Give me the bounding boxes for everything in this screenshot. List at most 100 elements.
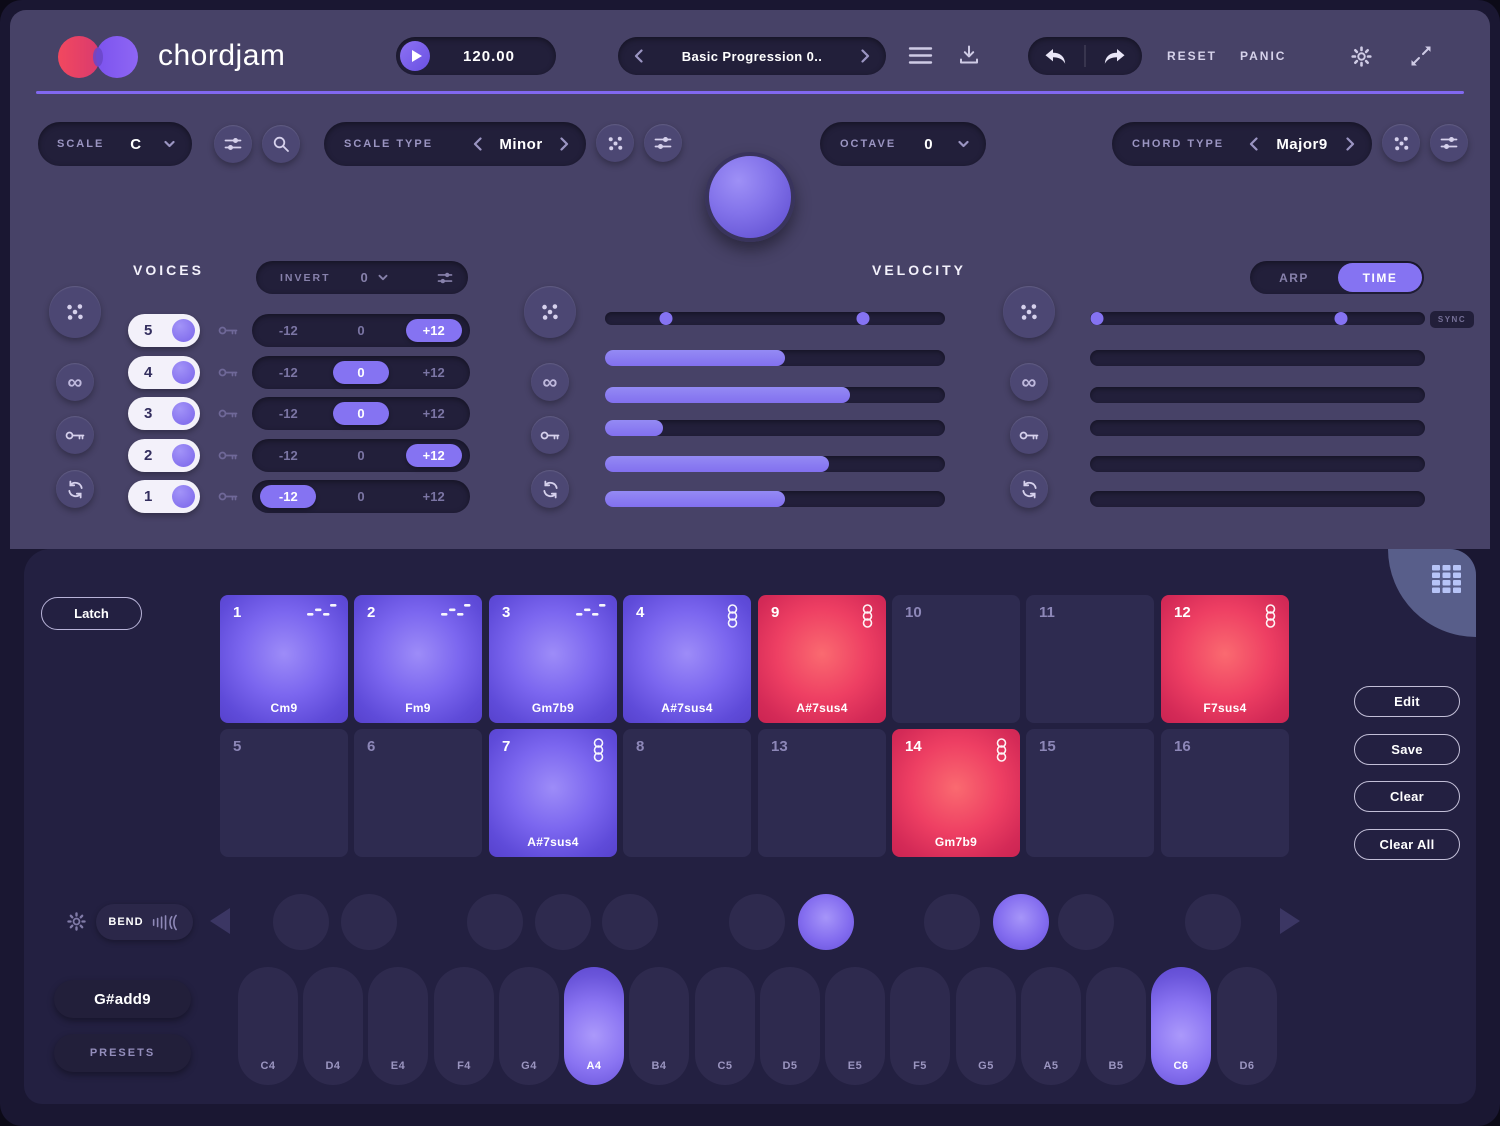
chord-type-random-button[interactable] — [1382, 124, 1420, 162]
reset-button[interactable]: RESET — [1167, 49, 1217, 63]
voice-toggle-3[interactable]: 3 — [128, 397, 200, 430]
white-key-g4[interactable]: G4 — [499, 967, 559, 1085]
black-key-fsharp4[interactable] — [467, 894, 523, 950]
black-key-dsharp4[interactable] — [341, 894, 397, 950]
pad-16[interactable]: 16 — [1161, 729, 1289, 857]
play-button[interactable] — [400, 41, 430, 71]
resize-button[interactable] — [1410, 45, 1432, 67]
clear-all-button[interactable]: Clear All — [1354, 829, 1460, 860]
save-button[interactable]: Save — [1354, 734, 1460, 765]
time-bar-2[interactable] — [1090, 387, 1425, 403]
scale-detect-button[interactable] — [262, 125, 300, 163]
octave-selector[interactable]: OCTAVE 0 — [820, 122, 986, 166]
voice-toggle-4[interactable]: 4 — [128, 356, 200, 389]
pad-9[interactable]: 9 A#7sus4 — [758, 595, 886, 723]
transpose-zero[interactable]: 0 — [325, 319, 398, 342]
download-button[interactable] — [958, 44, 980, 66]
undo-button[interactable] — [1044, 47, 1068, 66]
velocity-infinity-button[interactable]: ∞ — [531, 363, 569, 401]
transpose-down[interactable]: -12 — [252, 402, 325, 425]
chord-type-next-button[interactable] — [1346, 137, 1355, 151]
pad-2[interactable]: 2 Fm9 — [354, 595, 482, 723]
time-bar-1[interactable] — [1090, 350, 1425, 366]
velocity-refresh-button[interactable] — [531, 470, 569, 508]
bpm-display[interactable]: 120.00 — [430, 48, 548, 65]
white-key-b5[interactable]: B5 — [1086, 967, 1146, 1085]
velocity-bar-3[interactable] — [605, 420, 945, 436]
white-key-g5[interactable]: G5 — [956, 967, 1016, 1085]
pad-6[interactable]: 6 — [354, 729, 482, 857]
velocity-range-handle-high[interactable] — [857, 312, 870, 325]
transpose-zero[interactable]: 0 — [325, 444, 398, 467]
scale-type-random-button[interactable] — [596, 124, 634, 162]
black-key-gsharp4[interactable] — [535, 894, 591, 950]
time-random-button[interactable] — [1003, 286, 1055, 338]
time-range-handle-high[interactable] — [1335, 312, 1348, 325]
pad-7[interactable]: 7 A#7sus4 — [489, 729, 617, 857]
white-key-e4[interactable]: E4 — [368, 967, 428, 1085]
voice-toggle-2[interactable]: 2 — [128, 439, 200, 472]
black-key-csharp5[interactable] — [729, 894, 785, 950]
voice-toggle-5[interactable]: 5 — [128, 314, 200, 347]
transpose-zero[interactable]: 0 — [325, 485, 398, 508]
tab-arp[interactable]: ARP — [1250, 271, 1338, 285]
chord-type-lock-button[interactable] — [1430, 124, 1468, 162]
velocity-bar-2[interactable] — [605, 387, 945, 403]
scale-type-prev-button[interactable] — [473, 137, 482, 151]
tab-time[interactable]: TIME — [1338, 263, 1422, 292]
transpose-up[interactable]: +12 — [397, 402, 470, 425]
white-key-d5[interactable]: D5 — [760, 967, 820, 1085]
clear-button[interactable]: Clear — [1354, 781, 1460, 812]
presets-button[interactable]: PRESETS — [54, 1034, 191, 1072]
white-key-c4[interactable]: C4 — [238, 967, 298, 1085]
black-key-asharp5[interactable] — [1058, 894, 1114, 950]
sync-toggle[interactable]: SYNC — [1430, 311, 1474, 328]
edit-button[interactable]: Edit — [1354, 686, 1460, 717]
velocity-bar-4[interactable] — [605, 456, 945, 472]
black-key-dsharp5[interactable] — [798, 894, 854, 950]
velocity-lock-button[interactable] — [531, 416, 569, 454]
transpose-up[interactable]: +12 — [397, 319, 470, 342]
velocity-range-slider[interactable] — [605, 312, 945, 325]
scale-lock-button[interactable] — [214, 125, 252, 163]
white-key-f4[interactable]: F4 — [434, 967, 494, 1085]
black-key-csharp4[interactable] — [273, 894, 329, 950]
chord-type-prev-button[interactable] — [1249, 137, 1258, 151]
preset-prev-button[interactable] — [634, 49, 643, 63]
pad-13[interactable]: 13 — [758, 729, 886, 857]
pad-1[interactable]: 1 Cm9 — [220, 595, 348, 723]
white-key-d6[interactable]: D6 — [1217, 967, 1277, 1085]
panic-button[interactable]: PANIC — [1240, 49, 1286, 63]
velocity-range-handle-low[interactable] — [660, 312, 673, 325]
main-knob[interactable] — [705, 152, 795, 242]
pad-11[interactable]: 11 — [1026, 595, 1154, 723]
black-key-asharp4[interactable] — [602, 894, 658, 950]
pad-12[interactable]: 12 F7sus4 — [1161, 595, 1289, 723]
transpose-up[interactable]: +12 — [397, 485, 470, 508]
velocity-random-button[interactable] — [524, 286, 576, 338]
settings-button[interactable] — [1350, 45, 1373, 68]
time-refresh-button[interactable] — [1010, 470, 1048, 508]
pad-4[interactable]: 4 A#7sus4 — [623, 595, 751, 723]
keyboard-settings-button[interactable] — [66, 911, 87, 932]
white-key-f5[interactable]: F5 — [890, 967, 950, 1085]
redo-button[interactable] — [1102, 47, 1126, 66]
transpose-up[interactable]: +12 — [397, 361, 470, 384]
pad-10[interactable]: 10 — [892, 595, 1020, 723]
white-key-a5[interactable]: A5 — [1021, 967, 1081, 1085]
invert-control[interactable]: INVERT 0 — [256, 261, 468, 294]
transpose-down[interactable]: -12 — [252, 361, 325, 384]
velocity-bar-5[interactable] — [605, 491, 945, 507]
menu-button[interactable] — [908, 46, 933, 65]
white-key-e5[interactable]: E5 — [825, 967, 885, 1085]
pad-5[interactable]: 5 — [220, 729, 348, 857]
transpose-down[interactable]: -12 — [252, 319, 325, 342]
pad-15[interactable]: 15 — [1026, 729, 1154, 857]
octave-left-button[interactable] — [210, 908, 230, 934]
scale-type-next-button[interactable] — [560, 137, 569, 151]
voice-toggle-1[interactable]: 1 — [128, 480, 200, 513]
transpose-down[interactable]: -12 — [252, 485, 325, 508]
latch-button[interactable]: Latch — [41, 597, 142, 630]
time-bar-4[interactable] — [1090, 456, 1425, 472]
pad-14[interactable]: 14 Gm7b9 — [892, 729, 1020, 857]
